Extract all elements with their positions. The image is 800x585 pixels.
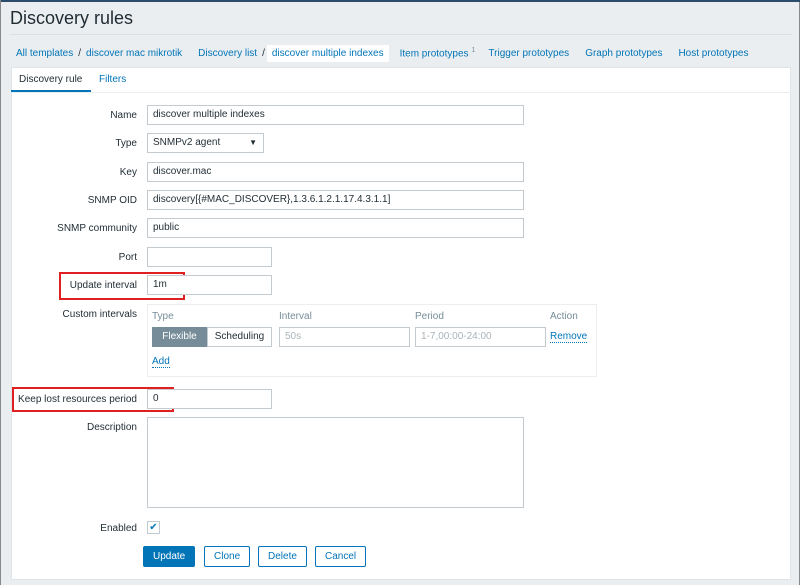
breadcrumb-all-templates[interactable]: All templates: [16, 48, 73, 59]
scheduling-toggle[interactable]: Scheduling: [207, 327, 272, 347]
update-interval-label: Update interval: [69, 280, 137, 291]
name-input[interactable]: discover multiple indexes: [147, 105, 524, 125]
divider: [11, 92, 791, 93]
snmp-oid-label: SNMP OID: [87, 195, 137, 206]
snmp-oid-input[interactable]: discovery[{#MAC_DISCOVER},1.3.6.1.2.1.17…: [147, 190, 524, 210]
clone-button[interactable]: Clone: [204, 546, 251, 567]
tab-discovery-rule[interactable]: Discovery rule: [19, 74, 82, 85]
breadcrumb-template[interactable]: discover mac mikrotik: [86, 48, 182, 59]
update-button[interactable]: Update: [143, 546, 196, 567]
check-icon: ✔: [149, 522, 158, 533]
port-input[interactable]: [147, 247, 272, 267]
delete-button[interactable]: Delete: [258, 546, 307, 567]
remove-link[interactable]: Remove: [550, 331, 588, 343]
col-interval: Interval: [279, 311, 312, 322]
col-type: Type: [152, 311, 174, 322]
keep-lost-input[interactable]: 0: [147, 389, 272, 409]
snmp-community-input[interactable]: public: [147, 218, 524, 238]
port-label: Port: [118, 252, 137, 263]
update-interval-input[interactable]: 1m: [147, 275, 272, 295]
item-count: 1: [471, 47, 476, 55]
chevron-down-icon: ▼: [249, 138, 257, 147]
nav-host-prototypes[interactable]: Host prototypes: [678, 48, 748, 59]
nav-item-prototypes[interactable]: Item prototypes 1: [400, 47, 476, 59]
flexible-toggle[interactable]: Flexible: [152, 327, 207, 347]
separator: /: [262, 48, 265, 59]
separator: /: [78, 48, 82, 59]
key-input[interactable]: discover.mac: [147, 162, 524, 182]
key-label: Key: [119, 167, 137, 178]
description-label: Description: [86, 422, 137, 433]
snmp-community-label: SNMP community: [57, 223, 137, 234]
type-label: Type: [115, 138, 137, 149]
interval-input[interactable]: 50s: [279, 327, 410, 347]
breadcrumb-current[interactable]: discover multiple indexes: [266, 45, 389, 62]
nav-label: Item prototypes: [399, 48, 469, 60]
type-select[interactable]: SNMPv2 agent ▼: [147, 133, 264, 153]
col-action: Action: [550, 311, 578, 322]
custom-intervals-label: Custom intervals: [62, 309, 137, 320]
page-title: Discovery rules: [10, 8, 134, 28]
nav-graph-prototypes[interactable]: Graph prototypes: [585, 48, 662, 59]
enabled-label: Enabled: [100, 523, 137, 534]
type-value: SNMPv2 agent: [153, 137, 221, 148]
enabled-checkbox[interactable]: ✔: [147, 521, 160, 534]
name-label: Name: [110, 110, 137, 121]
breadcrumb: All templates / discover mac mikrotik Dis…: [16, 45, 749, 62]
tab-filters[interactable]: Filters: [99, 74, 126, 85]
cancel-button[interactable]: Cancel: [315, 546, 367, 567]
nav-trigger-prototypes[interactable]: Trigger prototypes: [488, 48, 569, 59]
col-period: Period: [415, 311, 444, 322]
description-textarea[interactable]: [147, 417, 524, 508]
period-input[interactable]: 1-7,00:00-24:00: [415, 327, 546, 347]
breadcrumb-discovery-list[interactable]: Discovery list: [198, 48, 257, 59]
add-link[interactable]: Add: [152, 356, 170, 368]
divider: [10, 34, 792, 35]
keep-lost-label: Keep lost resources period: [18, 394, 137, 405]
top-bar: [1, 0, 800, 2]
